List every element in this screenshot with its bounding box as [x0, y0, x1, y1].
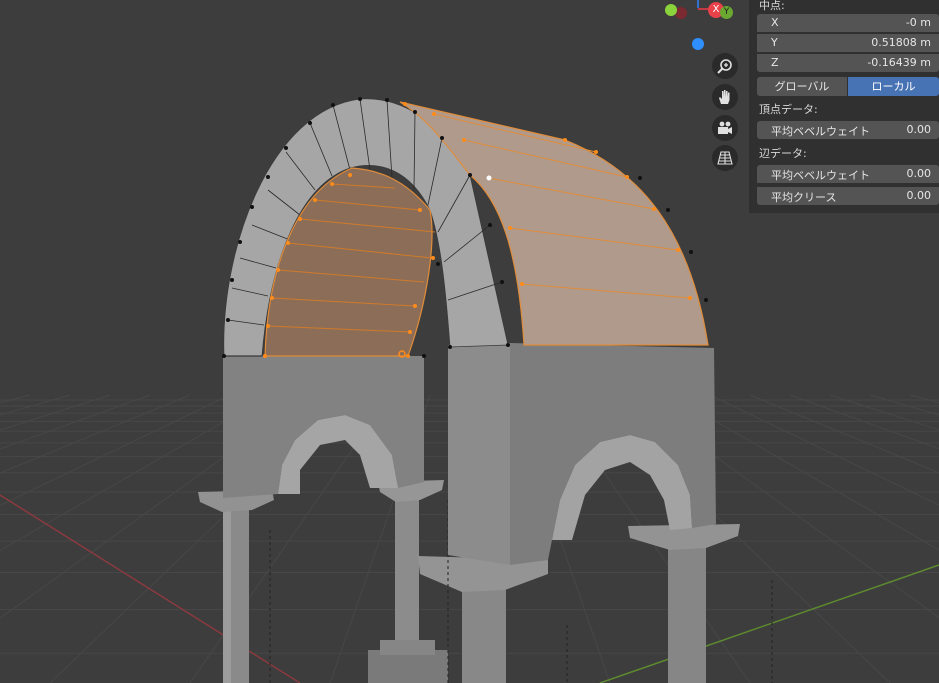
hand-pan-icon	[719, 90, 730, 104]
median-y-value: 0.51808 m	[871, 36, 931, 49]
vertex-bevel-weight-value: 0.00	[906, 123, 932, 136]
median-x-label: X	[771, 16, 779, 29]
vertex-bevel-weight-field[interactable]: 平均ベベルウェイト 0.00	[757, 121, 939, 139]
edge-data-title: 辺データ:	[759, 147, 807, 160]
gizmo-z-axis[interactable]	[692, 38, 704, 50]
zoom-icon	[717, 59, 732, 74]
gizmo-z-line	[697, 0, 699, 8]
perspective-grid-icon	[717, 151, 733, 165]
median-x-value: -0 m	[905, 16, 931, 29]
edge-bevel-weight-field[interactable]: 平均ベベルウェイト 0.00	[757, 165, 939, 183]
navigation-gizmo[interactable]: X Y	[660, 0, 740, 52]
camera-icon	[718, 121, 732, 134]
edge-bevel-weight-label: 平均ベベルウェイト	[771, 169, 870, 182]
vertex-bevel-weight-label: 平均ベベルウェイト	[771, 125, 870, 138]
median-z-field[interactable]: Z -0.16439 m	[757, 54, 939, 72]
arcade-model[interactable]	[198, 97, 773, 683]
median-z-value: -0.16439 m	[867, 56, 931, 69]
median-title: 中点:	[759, 0, 785, 12]
edge-crease-value: 0.00	[906, 189, 932, 202]
y-axis-line	[599, 564, 939, 683]
3d-viewport[interactable]: X Y 中点: X -0 m Y 0.51808 m Z -0.16439 m …	[0, 0, 939, 683]
item-panel[interactable]: 中点: X -0 m Y 0.51808 m Z -0.16439 m グローバ…	[749, 0, 939, 213]
local-toggle[interactable]: ローカル	[848, 77, 939, 96]
gizmo-y-label: Y	[723, 7, 730, 17]
edge-crease-label: 平均クリース	[771, 191, 837, 204]
gizmo-y-axis[interactable]	[665, 4, 677, 16]
global-toggle[interactable]: グローバル	[757, 77, 847, 96]
vertex-data-title: 頂点データ:	[759, 103, 818, 116]
zoom-button[interactable]	[712, 53, 738, 79]
perspective-toggle-button[interactable]	[712, 145, 738, 171]
median-y-label: Y	[771, 36, 778, 49]
median-z-label: Z	[771, 56, 779, 69]
edge-crease-field[interactable]: 平均クリース 0.00	[757, 187, 939, 205]
median-y-field[interactable]: Y 0.51808 m	[757, 34, 939, 52]
camera-view-button[interactable]	[712, 115, 738, 141]
edge-bevel-weight-value: 0.00	[906, 167, 932, 180]
median-x-field[interactable]: X -0 m	[757, 14, 939, 32]
pan-button[interactable]	[712, 84, 738, 110]
